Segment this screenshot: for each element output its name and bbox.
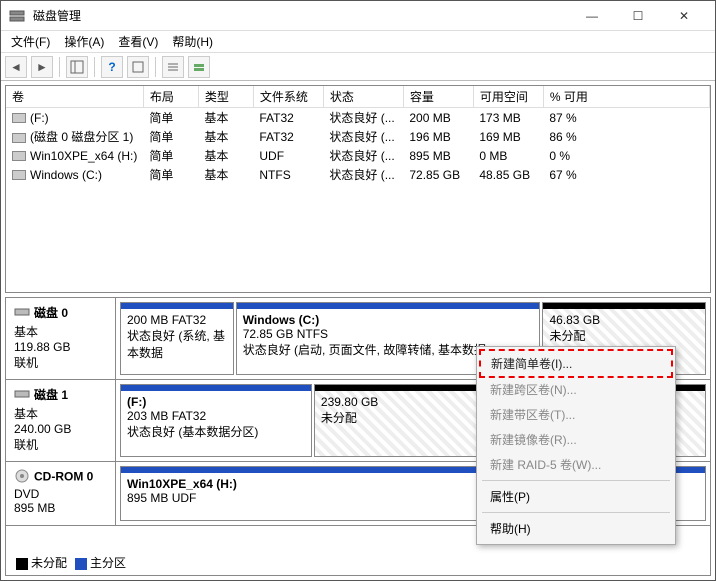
list-view-button[interactable] (162, 56, 184, 78)
legend-unallocated: 未分配 (31, 556, 67, 570)
col-fs[interactable]: 文件系统 (253, 86, 323, 108)
col-pctfree[interactable]: % 可用 (543, 86, 709, 108)
legend-primary: 主分区 (90, 556, 126, 570)
volume-list-pane: 卷 布局 类型 文件系统 状态 容量 可用空间 % 可用 (F:)简单基本FAT… (5, 85, 711, 293)
menu-new-raid5-volume[interactable]: 新建 RAID-5 卷(W)... (480, 452, 672, 477)
volume-icon (12, 170, 26, 180)
table-row[interactable]: Win10XPE_x64 (H:)简单基本UDF状态良好 (...895 MB0… (6, 146, 710, 165)
table-row[interactable]: (磁盘 0 磁盘分区 1)简单基本FAT32状态良好 (...196 MB169… (6, 127, 710, 146)
col-volume[interactable]: 卷 (6, 86, 143, 108)
context-menu: 新建简单卷(I)... 新建跨区卷(N)... 新建带区卷(T)... 新建镜像… (476, 346, 676, 545)
disk-icon (14, 468, 30, 487)
menu-action[interactable]: 操作(A) (58, 31, 110, 52)
menu-properties[interactable]: 属性(P) (480, 484, 672, 509)
disk-icon (14, 386, 30, 405)
menu-help[interactable]: 帮助(H) (480, 516, 672, 541)
menu-new-simple-volume[interactable]: 新建简单卷(I)... (479, 349, 673, 378)
col-type[interactable]: 类型 (198, 86, 253, 108)
title-bar: 磁盘管理 — ☐ ✕ (1, 1, 715, 31)
menu-new-mirrored-volume[interactable]: 新建镜像卷(R)... (480, 427, 672, 452)
legend: 未分配 主分区 (12, 552, 130, 573)
graphical-view-button[interactable] (188, 56, 210, 78)
disk-info[interactable]: 磁盘 0基本119.88 GB联机 (6, 298, 116, 379)
back-button[interactable]: ◄ (5, 56, 27, 78)
volume-icon (12, 133, 26, 143)
window-title: 磁盘管理 (33, 7, 569, 24)
table-row[interactable]: Windows (C:)简单基本NTFS状态良好 (...72.85 GB48.… (6, 165, 710, 184)
table-row[interactable]: (F:)简单基本FAT32状态良好 (...200 MB173 MB87 % (6, 108, 710, 128)
refresh-button[interactable] (127, 56, 149, 78)
disk-management-window: 磁盘管理 — ☐ ✕ 文件(F) 操作(A) 查看(V) 帮助(H) ◄ ► ?… (0, 0, 716, 581)
menu-help[interactable]: 帮助(H) (166, 31, 219, 52)
partition-primary[interactable]: 200 MB FAT32状态良好 (系统, 基本数据 (120, 302, 234, 375)
col-free[interactable]: 可用空间 (473, 86, 543, 108)
volume-icon (12, 113, 26, 123)
help-button[interactable]: ? (101, 56, 123, 78)
menu-view[interactable]: 查看(V) (112, 31, 164, 52)
app-icon (9, 8, 25, 24)
maximize-button[interactable]: ☐ (615, 2, 661, 30)
minimize-button[interactable]: — (569, 2, 615, 30)
toolbar: ◄ ► ? (1, 53, 715, 81)
disk-icon (14, 304, 30, 323)
disk-info[interactable]: 磁盘 1基本240.00 GB联机 (6, 380, 116, 461)
volume-icon (12, 151, 26, 161)
forward-button[interactable]: ► (31, 56, 53, 78)
close-button[interactable]: ✕ (661, 2, 707, 30)
menu-new-spanned-volume[interactable]: 新建跨区卷(N)... (480, 377, 672, 402)
volume-table[interactable]: 卷 布局 类型 文件系统 状态 容量 可用空间 % 可用 (F:)简单基本FAT… (6, 86, 710, 184)
col-layout[interactable]: 布局 (143, 86, 198, 108)
menu-new-striped-volume[interactable]: 新建带区卷(T)... (480, 402, 672, 427)
col-capacity[interactable]: 容量 (403, 86, 473, 108)
col-status[interactable]: 状态 (323, 86, 403, 108)
show-hide-button[interactable] (66, 56, 88, 78)
menu-file[interactable]: 文件(F) (5, 31, 56, 52)
menu-bar: 文件(F) 操作(A) 查看(V) 帮助(H) (1, 31, 715, 53)
partition-primary[interactable]: (F:)203 MB FAT32状态良好 (基本数据分区) (120, 384, 312, 457)
disk-info[interactable]: CD-ROM 0DVD895 MB (6, 462, 116, 525)
